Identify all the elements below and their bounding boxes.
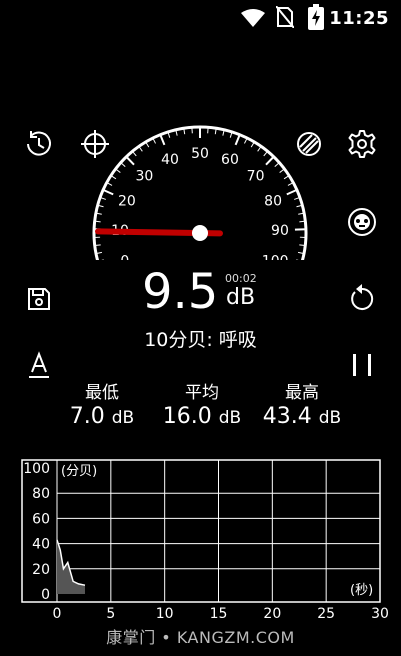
gauge-tick — [234, 134, 241, 146]
gauge-tick — [94, 220, 101, 223]
gauge-tick-label: 60 — [221, 152, 239, 168]
gauge-tick — [279, 168, 285, 173]
chart-x-tick-label: 15 — [210, 606, 228, 622]
robot-face-icon — [348, 208, 376, 236]
sound-gauge: 0102030405060708090100 — [92, 125, 308, 260]
chart-x-tick-label: 25 — [317, 606, 335, 622]
stat-min-number: 7.0 — [69, 404, 105, 429]
history-chart: 100 80 60 40 20 0 0 5 10 15 20 25 30 (分贝) (秒) — [21, 459, 389, 622]
stat-max-number: 43.4 — [262, 404, 312, 429]
watermark: 康掌门 • KANGZM.COM — [106, 628, 295, 647]
stat-avg-number: 16.0 — [162, 404, 212, 429]
battery-charging-icon — [308, 4, 324, 30]
gauge-tick-label: 40 — [161, 152, 179, 168]
gauge-tick — [94, 244, 101, 247]
pause-button[interactable] — [345, 348, 379, 382]
gauge-tick — [132, 151, 137, 157]
gauge-tick — [159, 134, 166, 146]
history-icon — [27, 131, 51, 156]
save-button[interactable] — [22, 282, 56, 316]
gear-icon — [348, 130, 376, 158]
stat-max-unit: dB — [318, 408, 342, 428]
refresh-icon — [351, 284, 374, 310]
gauge-tick-label: 0 — [120, 253, 129, 260]
gauge-tick — [286, 188, 298, 196]
chart-y-tick-label: 80 — [32, 486, 50, 502]
gauge-tick — [274, 162, 280, 167]
gauge-tick — [110, 175, 117, 180]
chart-series-area — [57, 539, 85, 594]
gauge-tick — [257, 146, 262, 152]
gauge-tick — [283, 175, 290, 180]
chart-x-axis-label: (秒) — [350, 583, 373, 598]
current-db-value: 9.5 — [142, 264, 219, 320]
chart-y-tick-label: 60 — [32, 511, 50, 527]
chart-y-tick-label: 100 — [23, 461, 50, 477]
gauge-tick — [102, 188, 114, 196]
elapsed-time: 00:02 — [225, 272, 257, 285]
history-reset-button[interactable] — [22, 127, 56, 161]
gauge-tick — [138, 146, 143, 152]
clock: 11:25 — [329, 8, 389, 29]
gauge-tick — [120, 162, 126, 167]
gauge-tick — [299, 220, 306, 223]
chart-x-tick-label: 30 — [371, 606, 389, 622]
current-db-unit: dB — [226, 285, 256, 310]
letter-a-icon — [29, 351, 49, 378]
chart-y-tick-label: 0 — [41, 587, 50, 603]
save-icon — [28, 288, 50, 310]
chart-x-tick-label: 10 — [156, 606, 174, 622]
weighting-button[interactable] — [22, 348, 56, 382]
pause-icon — [353, 354, 371, 376]
mascot-button[interactable] — [345, 205, 379, 239]
stat-max-label: 最高 — [285, 383, 319, 403]
chart-x-tick-label: 0 — [53, 606, 62, 622]
gauge-tick — [125, 156, 135, 166]
gauge-tick-label: 100 — [262, 253, 289, 260]
reset-button[interactable] — [345, 282, 379, 316]
chart-x-tick-label: 5 — [106, 606, 115, 622]
gauge-hub — [192, 225, 208, 241]
chart-y-tick-label: 40 — [32, 537, 50, 553]
gauge-tick-label: 80 — [264, 193, 282, 209]
gauge-tick-label: 50 — [191, 146, 209, 162]
noise-description: 10分贝: 呼吸 — [144, 329, 257, 351]
stat-max-value: 43.4 dB — [232, 404, 372, 429]
wifi-icon — [241, 9, 265, 27]
chart-y-tick-label: 20 — [32, 562, 50, 578]
chart-x-tick-label: 20 — [263, 606, 281, 622]
status-bar: 11:25 — [0, 0, 401, 36]
gauge-tick — [263, 151, 268, 157]
gauge-tick — [299, 244, 306, 247]
gauge-tick — [115, 168, 121, 173]
gauge-tick-label: 30 — [136, 168, 154, 184]
chart-y-axis-label: (分贝) — [61, 464, 97, 479]
gauge-tick-label: 90 — [271, 223, 289, 239]
gauge-tick-label: 70 — [247, 168, 265, 184]
settings-button[interactable] — [345, 127, 379, 161]
gauge-tick — [265, 156, 275, 166]
stat-min-unit: dB — [111, 408, 135, 428]
gauge-tick-label: 20 — [118, 193, 136, 209]
no-sim-icon — [276, 6, 294, 28]
